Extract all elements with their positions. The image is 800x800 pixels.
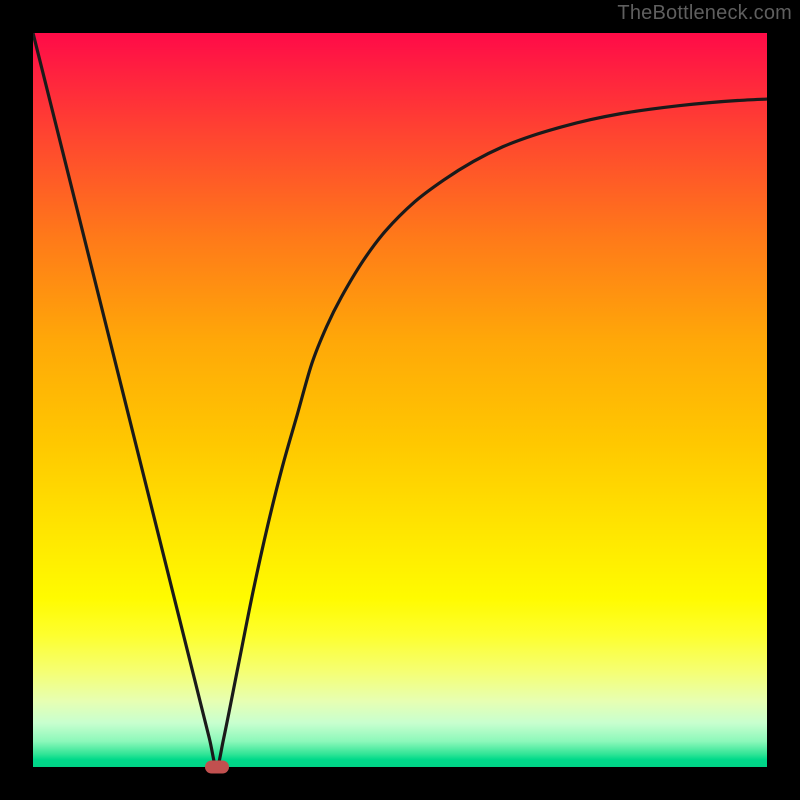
watermark-label: TheBottleneck.com: [617, 2, 792, 25]
chart-frame: TheBottleneck.com: [0, 0, 800, 800]
optimum-marker-icon: [205, 761, 229, 774]
chart-background-gradient: [33, 33, 767, 767]
